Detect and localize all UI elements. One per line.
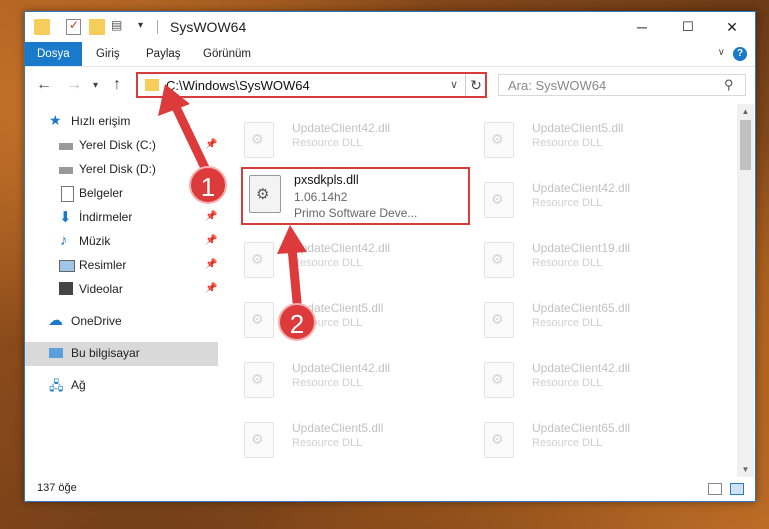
step-1-badge: 1 <box>189 166 227 204</box>
arrow-2 <box>277 225 307 307</box>
annotation-arrows <box>158 84 307 307</box>
arrow-1 <box>158 84 210 173</box>
step-2-badge: 2 <box>278 303 316 341</box>
